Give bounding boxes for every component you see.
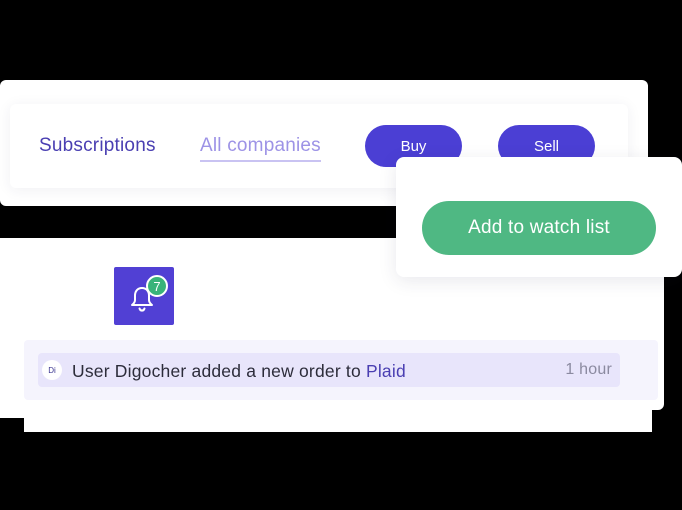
company-link[interactable]: Plaid xyxy=(366,361,406,381)
activity-item[interactable]: Di User Digocher added a new order to Pl… xyxy=(38,353,620,387)
notification-panel-footer xyxy=(24,398,652,432)
notification-count-badge: 7 xyxy=(146,275,168,297)
add-to-watchlist-button[interactable]: Add to watch list xyxy=(422,201,656,255)
notifications-button[interactable] xyxy=(114,267,174,325)
tab-subscriptions[interactable]: Subscriptions xyxy=(39,135,156,157)
activity-message: User Digocher added a new order to Plaid xyxy=(72,361,406,382)
avatar: Di xyxy=(42,360,62,380)
activity-timestamp: 1 hour xyxy=(565,361,612,378)
tab-all-companies[interactable]: All companies xyxy=(200,135,321,162)
activity-message-text: User Digocher added a new order to xyxy=(72,361,366,381)
